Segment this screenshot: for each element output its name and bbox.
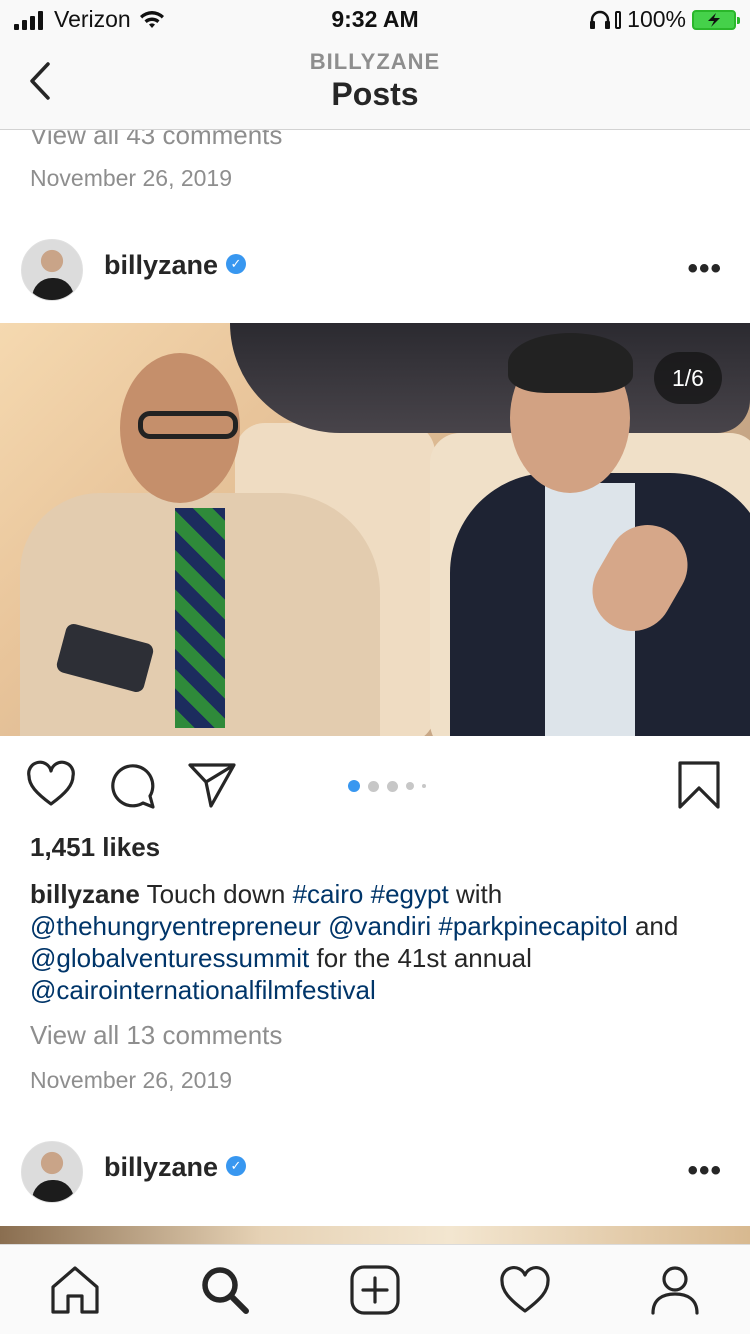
avatar[interactable] xyxy=(21,239,83,301)
mention-link[interactable]: @cairointernationalfilmfestival xyxy=(30,975,376,1005)
bookmark-icon[interactable] xyxy=(674,760,724,810)
page-title: Posts xyxy=(331,76,419,112)
paper-plane-icon[interactable] xyxy=(187,760,237,810)
nav-header: BILLYZANE Posts xyxy=(0,40,750,130)
mention-link[interactable]: @vandiri xyxy=(328,911,431,941)
activity-heart-icon[interactable] xyxy=(498,1263,552,1317)
glasses xyxy=(138,411,238,439)
verified-badge-icon: ✓ xyxy=(226,254,246,274)
caption: billyzane Touch down #cairo #egypt with … xyxy=(30,878,730,1006)
search-icon[interactable] xyxy=(198,1263,252,1317)
more-options-icon[interactable]: ••• xyxy=(687,252,722,286)
caption-text: with xyxy=(448,879,503,909)
home-icon[interactable] xyxy=(48,1263,102,1317)
tie xyxy=(175,508,225,728)
hashtag-link[interactable]: #cairo xyxy=(293,879,364,909)
carousel-indicator xyxy=(348,780,434,792)
image-counter: 1/6 xyxy=(654,352,722,404)
carousel-dot xyxy=(368,780,379,792)
more-options-icon[interactable]: ••• xyxy=(687,1154,722,1188)
account-name: BILLYZANE xyxy=(309,49,441,74)
previous-post-date: November 26, 2019 xyxy=(30,165,233,191)
caption-text: and xyxy=(627,911,679,941)
caption-text: for the 41st annual xyxy=(309,943,532,973)
carousel-dot xyxy=(406,782,414,790)
hashtag-link[interactable]: #parkpinecapitol xyxy=(438,911,627,941)
carousel-dot xyxy=(422,784,426,788)
post-actions xyxy=(0,736,750,832)
avatar[interactable] xyxy=(21,1141,83,1203)
username[interactable]: billyzane xyxy=(104,1152,218,1183)
orientation-lock-icon xyxy=(615,10,622,29)
post-image[interactable] xyxy=(0,323,750,736)
caption-text: Touch down xyxy=(139,879,293,909)
profile-icon[interactable] xyxy=(648,1263,702,1317)
hashtag-link[interactable]: #egypt xyxy=(371,879,449,909)
verified-badge-icon: ✓ xyxy=(226,1156,246,1176)
person-right-hair xyxy=(508,333,633,393)
status-right: 100% xyxy=(589,6,740,33)
heart-icon[interactable] xyxy=(26,760,76,810)
comment-icon[interactable] xyxy=(107,760,157,810)
carousel-dot-active xyxy=(348,780,360,792)
tab-bar xyxy=(0,1244,750,1334)
battery-icon xyxy=(692,9,740,30)
username[interactable]: billyzane xyxy=(104,250,218,281)
mention-link[interactable]: @thehungryentrepreneur xyxy=(30,911,321,941)
next-post-header: billyzane ✓ ••• xyxy=(0,1132,750,1212)
post-date: November 26, 2019 xyxy=(30,1067,233,1093)
caption-author[interactable]: billyzane xyxy=(30,879,140,909)
caption-text xyxy=(363,879,370,909)
battery-percent: 100% xyxy=(627,6,686,32)
post-header: billyzane ✓ ••• xyxy=(0,230,750,310)
carousel-dot xyxy=(387,780,398,792)
mention-link[interactable]: @globalventuressummit xyxy=(30,943,309,973)
headphones-icon xyxy=(590,10,611,29)
view-comments-link[interactable]: View all 13 comments xyxy=(30,1020,282,1051)
status-bar: Verizon 9:32 AM 100% xyxy=(0,0,750,40)
add-post-icon[interactable] xyxy=(348,1263,402,1317)
like-count[interactable]: 1,451 likes xyxy=(30,832,160,863)
